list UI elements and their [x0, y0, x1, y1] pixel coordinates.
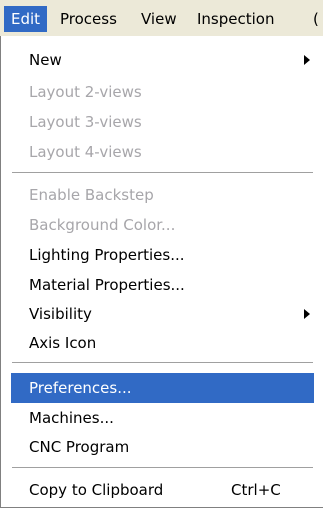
menu-item-enable-backstep: Enable Backstep	[29, 186, 154, 204]
menu-item-material-properties[interactable]: Material Properties...	[11, 270, 314, 300]
menu-item-copy-label: Copy to Clipboard	[29, 481, 164, 499]
menu-item-visibility[interactable]: Visibility	[11, 299, 314, 329]
menu-inspection[interactable]: Inspection	[190, 6, 281, 32]
menu-item-cnc-program[interactable]: CNC Program	[11, 432, 314, 462]
menu-item-copy-to-clipboard[interactable]: Copy to Clipboard Ctrl+C	[11, 475, 314, 505]
submenu-arrow-icon	[304, 309, 310, 319]
menu-item-axis-icon[interactable]: Axis Icon	[11, 328, 314, 358]
menu-item-layout-3-views: Layout 3-views	[29, 113, 142, 131]
edit-menu-dropdown: New Layout 2-views Layout 3-views Layout…	[0, 36, 323, 508]
menu-separator	[12, 362, 313, 364]
menu-separator	[12, 467, 313, 469]
menu-item-new[interactable]: New	[11, 45, 314, 75]
menu-next-truncated[interactable]: (	[306, 6, 323, 32]
menu-separator	[12, 172, 313, 174]
menu-item-machines[interactable]: Machines...	[11, 403, 314, 433]
submenu-arrow-icon	[304, 55, 310, 65]
menu-item-layout-2-views: Layout 2-views	[29, 83, 142, 101]
shortcut-label: Ctrl+C	[231, 481, 281, 499]
menu-item-visibility-label: Visibility	[29, 305, 92, 323]
menu-item-background-color: Background Color...	[29, 216, 176, 234]
menu-view[interactable]: View	[134, 6, 184, 32]
menu-edit[interactable]: Edit	[4, 6, 48, 32]
menu-item-lighting-properties[interactable]: Lighting Properties...	[11, 240, 314, 270]
menu-item-new-label: New	[29, 51, 62, 69]
menu-item-preferences[interactable]: Preferences...	[11, 373, 314, 403]
menu-process[interactable]: Process	[53, 6, 124, 32]
menu-bar: Edit Process View Inspection (	[0, 0, 323, 36]
menu-item-layout-4-views: Layout 4-views	[29, 143, 142, 161]
